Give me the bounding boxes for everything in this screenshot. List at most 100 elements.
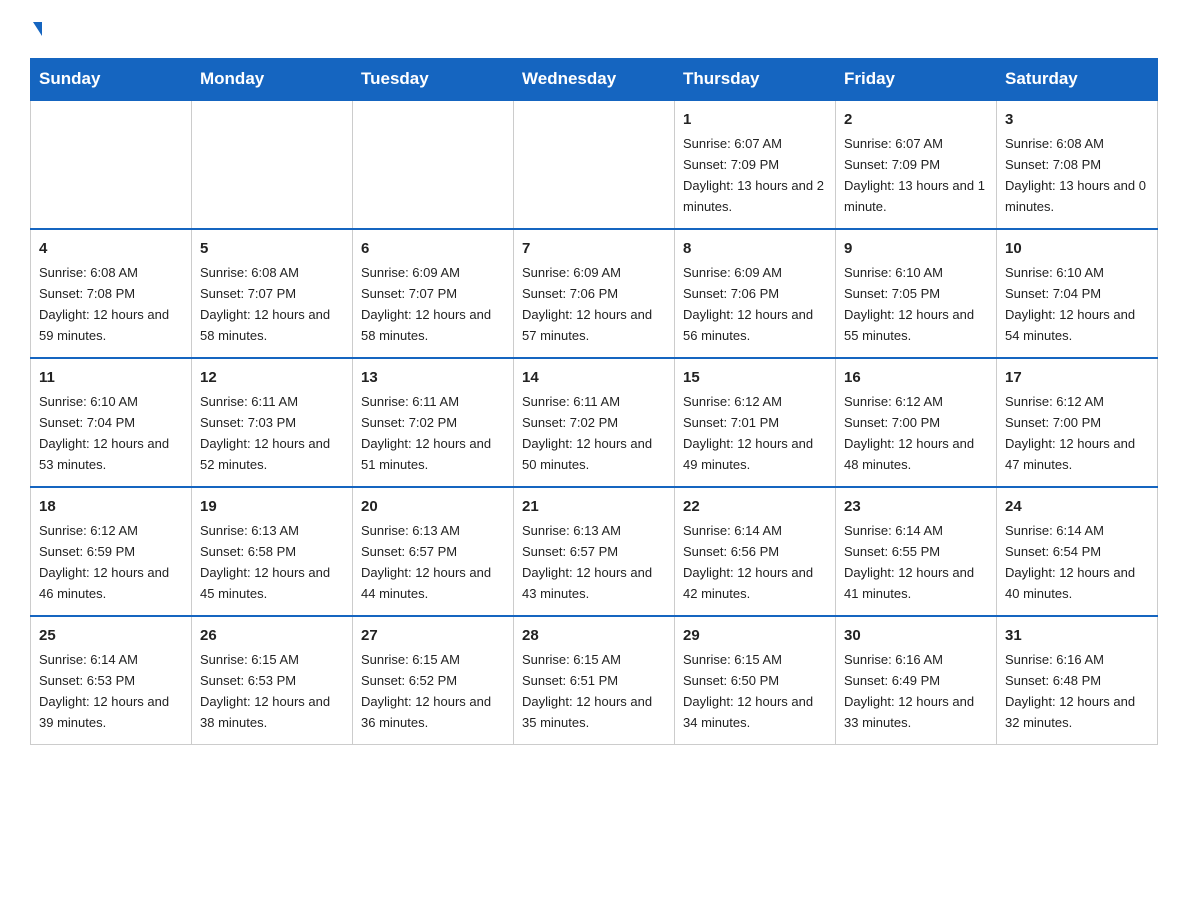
- calendar-cell: [31, 100, 192, 229]
- week-row-4: 18 Sunrise: 6:12 AM Sunset: 6:59 PM Dayli…: [31, 487, 1158, 616]
- calendar-cell: 19 Sunrise: 6:13 AM Sunset: 6:58 PM Dayli…: [192, 487, 353, 616]
- header: [30, 24, 1158, 38]
- weekday-header-saturday: Saturday: [997, 59, 1158, 101]
- calendar-cell: 22 Sunrise: 6:14 AM Sunset: 6:56 PM Dayli…: [675, 487, 836, 616]
- day-info: Sunrise: 6:12 AM Sunset: 7:00 PM Dayligh…: [844, 394, 974, 472]
- week-row-2: 4 Sunrise: 6:08 AM Sunset: 7:08 PM Daylig…: [31, 229, 1158, 358]
- day-number: 20: [361, 495, 505, 518]
- day-number: 27: [361, 624, 505, 647]
- calendar-cell: 2 Sunrise: 6:07 AM Sunset: 7:09 PM Daylig…: [836, 100, 997, 229]
- day-info: Sunrise: 6:14 AM Sunset: 6:56 PM Dayligh…: [683, 523, 813, 601]
- weekday-header-tuesday: Tuesday: [353, 59, 514, 101]
- weekday-header-monday: Monday: [192, 59, 353, 101]
- calendar-cell: 3 Sunrise: 6:08 AM Sunset: 7:08 PM Daylig…: [997, 100, 1158, 229]
- day-number: 23: [844, 495, 988, 518]
- day-info: Sunrise: 6:09 AM Sunset: 7:06 PM Dayligh…: [522, 265, 652, 343]
- calendar-cell: 24 Sunrise: 6:14 AM Sunset: 6:54 PM Dayli…: [997, 487, 1158, 616]
- day-number: 5: [200, 237, 344, 260]
- day-number: 31: [1005, 624, 1149, 647]
- day-info: Sunrise: 6:11 AM Sunset: 7:02 PM Dayligh…: [522, 394, 652, 472]
- day-info: Sunrise: 6:15 AM Sunset: 6:50 PM Dayligh…: [683, 652, 813, 730]
- calendar-cell: 23 Sunrise: 6:14 AM Sunset: 6:55 PM Dayli…: [836, 487, 997, 616]
- day-info: Sunrise: 6:14 AM Sunset: 6:55 PM Dayligh…: [844, 523, 974, 601]
- day-info: Sunrise: 6:09 AM Sunset: 7:06 PM Dayligh…: [683, 265, 813, 343]
- calendar-cell: 17 Sunrise: 6:12 AM Sunset: 7:00 PM Dayli…: [997, 358, 1158, 487]
- day-info: Sunrise: 6:15 AM Sunset: 6:53 PM Dayligh…: [200, 652, 330, 730]
- day-number: 21: [522, 495, 666, 518]
- calendar-cell: 18 Sunrise: 6:12 AM Sunset: 6:59 PM Dayli…: [31, 487, 192, 616]
- day-info: Sunrise: 6:13 AM Sunset: 6:57 PM Dayligh…: [361, 523, 491, 601]
- calendar-cell: 4 Sunrise: 6:08 AM Sunset: 7:08 PM Daylig…: [31, 229, 192, 358]
- calendar-cell: 27Sunrise: 6:15 AM Sunset: 6:52 PM Dayli…: [353, 616, 514, 744]
- day-info: Sunrise: 6:11 AM Sunset: 7:02 PM Dayligh…: [361, 394, 491, 472]
- day-number: 24: [1005, 495, 1149, 518]
- day-number: 29: [683, 624, 827, 647]
- calendar-cell: 21 Sunrise: 6:13 AM Sunset: 6:57 PM Dayli…: [514, 487, 675, 616]
- calendar-cell: 16 Sunrise: 6:12 AM Sunset: 7:00 PM Dayli…: [836, 358, 997, 487]
- day-number: 3: [1005, 108, 1149, 131]
- calendar-cell: 11 Sunrise: 6:10 AM Sunset: 7:04 PM Dayli…: [31, 358, 192, 487]
- day-info: Sunrise: 6:07 AM Sunset: 7:09 PM Dayligh…: [683, 136, 824, 214]
- day-number: 11: [39, 366, 183, 389]
- calendar-cell: 1 Sunrise: 6:07 AM Sunset: 7:09 PM Daylig…: [675, 100, 836, 229]
- day-number: 18: [39, 495, 183, 518]
- day-number: 28: [522, 624, 666, 647]
- weekday-header-row: SundayMondayTuesdayWednesdayThursdayFrid…: [31, 59, 1158, 101]
- day-number: 1: [683, 108, 827, 131]
- day-info: Sunrise: 6:14 AM Sunset: 6:54 PM Dayligh…: [1005, 523, 1135, 601]
- calendar-cell: 10Sunrise: 6:10 AM Sunset: 7:04 PM Dayli…: [997, 229, 1158, 358]
- day-info: Sunrise: 6:12 AM Sunset: 7:00 PM Dayligh…: [1005, 394, 1135, 472]
- day-info: Sunrise: 6:08 AM Sunset: 7:07 PM Dayligh…: [200, 265, 330, 343]
- day-number: 8: [683, 237, 827, 260]
- day-number: 6: [361, 237, 505, 260]
- day-number: 22: [683, 495, 827, 518]
- day-info: Sunrise: 6:08 AM Sunset: 7:08 PM Dayligh…: [39, 265, 169, 343]
- day-info: Sunrise: 6:09 AM Sunset: 7:07 PM Dayligh…: [361, 265, 491, 343]
- day-number: 26: [200, 624, 344, 647]
- calendar-cell: 12Sunrise: 6:11 AM Sunset: 7:03 PM Dayli…: [192, 358, 353, 487]
- day-info: Sunrise: 6:12 AM Sunset: 7:01 PM Dayligh…: [683, 394, 813, 472]
- day-number: 13: [361, 366, 505, 389]
- day-number: 17: [1005, 366, 1149, 389]
- calendar-cell: 14 Sunrise: 6:11 AM Sunset: 7:02 PM Dayli…: [514, 358, 675, 487]
- day-info: Sunrise: 6:07 AM Sunset: 7:09 PM Dayligh…: [844, 136, 985, 214]
- weekday-header-friday: Friday: [836, 59, 997, 101]
- week-row-3: 11 Sunrise: 6:10 AM Sunset: 7:04 PM Dayli…: [31, 358, 1158, 487]
- day-info: Sunrise: 6:15 AM Sunset: 6:51 PM Dayligh…: [522, 652, 652, 730]
- logo: [30, 24, 42, 38]
- day-info: Sunrise: 6:10 AM Sunset: 7:04 PM Dayligh…: [39, 394, 169, 472]
- day-number: 7: [522, 237, 666, 260]
- calendar-cell: 20 Sunrise: 6:13 AM Sunset: 6:57 PM Dayli…: [353, 487, 514, 616]
- calendar-cell: 5 Sunrise: 6:08 AM Sunset: 7:07 PM Daylig…: [192, 229, 353, 358]
- calendar-cell: 9Sunrise: 6:10 AM Sunset: 7:05 PM Daylig…: [836, 229, 997, 358]
- week-row-1: 1 Sunrise: 6:07 AM Sunset: 7:09 PM Daylig…: [31, 100, 1158, 229]
- day-number: 19: [200, 495, 344, 518]
- weekday-header-wednesday: Wednesday: [514, 59, 675, 101]
- day-number: 25: [39, 624, 183, 647]
- logo-triangle-icon: [33, 22, 42, 36]
- day-number: 15: [683, 366, 827, 389]
- calendar-table: SundayMondayTuesdayWednesdayThursdayFrid…: [30, 58, 1158, 745]
- week-row-5: 25 Sunrise: 6:14 AM Sunset: 6:53 PM Dayli…: [31, 616, 1158, 744]
- calendar-cell: 6 Sunrise: 6:09 AM Sunset: 7:07 PM Daylig…: [353, 229, 514, 358]
- day-info: Sunrise: 6:13 AM Sunset: 6:58 PM Dayligh…: [200, 523, 330, 601]
- calendar-cell: [353, 100, 514, 229]
- day-number: 2: [844, 108, 988, 131]
- day-info: Sunrise: 6:14 AM Sunset: 6:53 PM Dayligh…: [39, 652, 169, 730]
- day-info: Sunrise: 6:08 AM Sunset: 7:08 PM Dayligh…: [1005, 136, 1146, 214]
- day-info: Sunrise: 6:10 AM Sunset: 7:04 PM Dayligh…: [1005, 265, 1135, 343]
- day-info: Sunrise: 6:13 AM Sunset: 6:57 PM Dayligh…: [522, 523, 652, 601]
- day-number: 14: [522, 366, 666, 389]
- day-info: Sunrise: 6:16 AM Sunset: 6:48 PM Dayligh…: [1005, 652, 1135, 730]
- day-number: 4: [39, 237, 183, 260]
- weekday-header-sunday: Sunday: [31, 59, 192, 101]
- calendar-cell: 31 Sunrise: 6:16 AM Sunset: 6:48 PM Dayli…: [997, 616, 1158, 744]
- weekday-header-thursday: Thursday: [675, 59, 836, 101]
- day-number: 9: [844, 237, 988, 260]
- calendar-cell: [192, 100, 353, 229]
- day-info: Sunrise: 6:16 AM Sunset: 6:49 PM Dayligh…: [844, 652, 974, 730]
- calendar-cell: 30Sunrise: 6:16 AM Sunset: 6:49 PM Dayli…: [836, 616, 997, 744]
- calendar-cell: 15 Sunrise: 6:12 AM Sunset: 7:01 PM Dayli…: [675, 358, 836, 487]
- day-number: 16: [844, 366, 988, 389]
- day-info: Sunrise: 6:12 AM Sunset: 6:59 PM Dayligh…: [39, 523, 169, 601]
